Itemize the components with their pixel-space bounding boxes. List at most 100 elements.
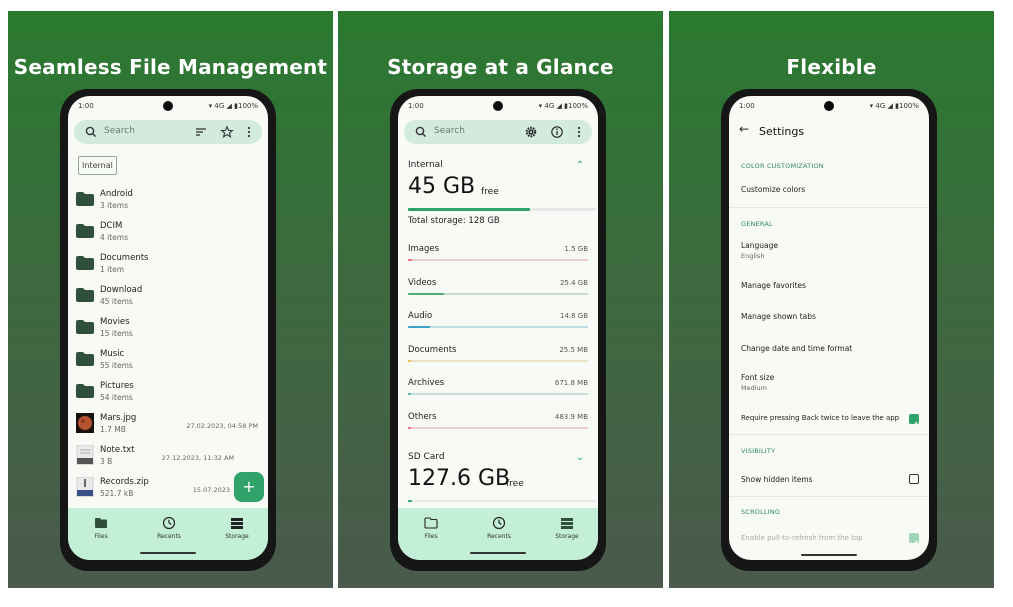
panel-title: Seamless File Management bbox=[13, 55, 328, 79]
list-item[interactable]: Download 45 items bbox=[76, 282, 260, 312]
sdcard-usage-bar bbox=[408, 500, 596, 502]
list-item[interactable]: Android 3 items bbox=[76, 186, 260, 216]
section-header: VISIBILITY bbox=[741, 447, 776, 455]
search-bar[interactable]: Search bbox=[404, 120, 592, 144]
divider bbox=[729, 207, 929, 208]
setting-customize-colors[interactable]: Customize colors bbox=[741, 185, 805, 194]
category-usage-track bbox=[408, 426, 588, 429]
category-usage-fill bbox=[408, 292, 444, 295]
sdcard-free-value: 127.6 GB bbox=[408, 466, 511, 491]
setting-require-back[interactable]: Require pressing Back twice to leave the… bbox=[741, 414, 899, 422]
item-name: Pictures bbox=[100, 381, 134, 391]
search-placeholder[interactable]: Search bbox=[434, 126, 465, 136]
nav-item-recents[interactable]: Recents bbox=[144, 516, 194, 540]
storage-category-row[interactable]: Images 1.5 GB bbox=[398, 244, 598, 274]
list-item[interactable]: Records.zip 521.7 kB 15.07.2023 bbox=[76, 474, 260, 504]
location-chip[interactable]: Internal bbox=[78, 156, 117, 175]
item-sub: 4 items bbox=[100, 233, 129, 242]
nav-label: Storage bbox=[225, 533, 249, 540]
nav-label: Files bbox=[424, 533, 438, 540]
item-date: 15.07.2023 bbox=[192, 486, 230, 494]
storage-category-row[interactable]: Videos 25.4 GB bbox=[398, 278, 598, 308]
item-sub: 521.7 kB bbox=[100, 489, 134, 498]
list-item[interactable]: Note.txt 3 B 27.12.2023, 11:32 AM bbox=[76, 442, 260, 472]
nav-label: Storage bbox=[555, 533, 579, 540]
setting-pull-to-refresh[interactable]: Enable pull-to-refresh from the top bbox=[741, 534, 863, 542]
free-label: free bbox=[481, 187, 499, 197]
pull-to-refresh-checkbox[interactable] bbox=[909, 533, 919, 547]
text-file-icon bbox=[76, 445, 94, 465]
item-name: Mars.jpg bbox=[100, 413, 137, 423]
item-name: Movies bbox=[100, 317, 130, 327]
storage-icon bbox=[561, 518, 573, 529]
more-vert-icon[interactable] bbox=[572, 125, 586, 139]
nav-label: Files bbox=[94, 533, 108, 540]
folder-icon bbox=[76, 256, 94, 270]
home-indicator bbox=[140, 552, 196, 554]
expand-chevron-icon[interactable]: ⌄ bbox=[576, 452, 584, 463]
divider bbox=[729, 496, 929, 497]
status-icons: ▾ 4G ◢ ▮100% bbox=[208, 102, 258, 110]
category-size: 14.8 GB bbox=[559, 312, 588, 320]
item-name: Android bbox=[100, 189, 133, 199]
gear-icon[interactable] bbox=[524, 125, 538, 139]
storage-category-row[interactable]: Audio 14.8 GB bbox=[398, 311, 598, 341]
nav-item-storage[interactable]: Storage bbox=[212, 516, 262, 540]
setting-date-format[interactable]: Change date and time format bbox=[741, 344, 852, 353]
show-hidden-checkbox[interactable] bbox=[909, 474, 919, 484]
status-icons: ▾ 4G ◢ ▮100% bbox=[869, 102, 919, 110]
list-item[interactable]: Movies 15 items bbox=[76, 314, 260, 344]
image-thumbnail-icon bbox=[76, 413, 94, 433]
status-time: 1:00 bbox=[739, 102, 755, 110]
category-name: Documents bbox=[408, 344, 457, 355]
more-vert-icon[interactable] bbox=[242, 125, 256, 139]
list-item[interactable]: Pictures 54 items bbox=[76, 378, 260, 408]
category-usage-fill bbox=[408, 326, 430, 328]
storage-category-row[interactable]: Archives 671.8 MB bbox=[398, 378, 598, 408]
list-item[interactable]: DCIM 4 items bbox=[76, 218, 260, 248]
nav-item-storage[interactable]: Storage bbox=[542, 516, 592, 540]
search-bar[interactable]: Search bbox=[74, 120, 262, 144]
phone-screen: 1:00 ▾ 4G ◢ ▮100% Search Internal Androi… bbox=[68, 96, 268, 560]
nav-item-files[interactable]: Files bbox=[406, 516, 456, 540]
item-sub: 54 items bbox=[100, 393, 133, 402]
list-item[interactable]: Music 55 items bbox=[76, 346, 260, 376]
setting-manage-favorites[interactable]: Manage favorites bbox=[741, 281, 806, 290]
add-button[interactable]: + bbox=[234, 472, 264, 502]
folder-icon bbox=[76, 224, 94, 238]
phone-screen: 1:00 ▾ 4G ◢ ▮100% Search Internal ⌃ 45 G… bbox=[398, 96, 598, 560]
list-item[interactable]: Mars.jpg 1.7 MB 27.02.2023, 04:58 PM bbox=[76, 410, 260, 440]
search-placeholder[interactable]: Search bbox=[104, 126, 135, 136]
info-icon[interactable] bbox=[550, 125, 564, 139]
network-label: 4G bbox=[875, 102, 886, 110]
item-sub: 45 items bbox=[100, 297, 133, 306]
setting-font-size[interactable]: Font size bbox=[741, 373, 774, 382]
nav-item-recents[interactable]: Recents bbox=[474, 516, 524, 540]
panel-storage: Storage at a Glance 1:00 ▾ 4G ◢ ▮100% Se… bbox=[338, 11, 663, 588]
list-item[interactable]: Documents 1 item bbox=[76, 250, 260, 280]
storage-category-row[interactable]: Others 483.9 MB bbox=[398, 412, 598, 442]
storage-category-row[interactable]: Documents 25.5 MB bbox=[398, 345, 598, 375]
setting-language[interactable]: Language bbox=[741, 241, 778, 250]
item-name: DCIM bbox=[100, 221, 123, 231]
sdcard-label: SD Card bbox=[408, 452, 445, 462]
item-name: Download bbox=[100, 285, 143, 295]
folder-icon bbox=[76, 320, 94, 334]
require-back-checkbox[interactable] bbox=[909, 414, 919, 428]
category-usage-fill bbox=[408, 259, 412, 261]
internal-usage-fill bbox=[408, 208, 531, 211]
item-sub: 3 B bbox=[100, 457, 113, 466]
phone-screen: 1:00 ▾ 4G ◢ ▮100% ← Settings COLOR CUSTO… bbox=[729, 96, 929, 560]
nav-label: Recents bbox=[487, 533, 511, 540]
item-name: Records.zip bbox=[100, 477, 149, 487]
star-icon[interactable] bbox=[220, 125, 234, 139]
sort-icon[interactable] bbox=[194, 125, 208, 139]
item-date: 27.02.2023, 04:58 PM bbox=[186, 422, 258, 430]
back-arrow-icon[interactable]: ← bbox=[739, 122, 749, 136]
category-size: 1.5 GB bbox=[564, 245, 588, 253]
setting-show-hidden[interactable]: Show hidden items bbox=[741, 475, 813, 484]
collapse-chevron-icon[interactable]: ⌃ bbox=[576, 160, 584, 171]
category-usage-bar bbox=[408, 359, 588, 362]
setting-manage-tabs[interactable]: Manage shown tabs bbox=[741, 312, 816, 321]
nav-item-files[interactable]: Files bbox=[76, 516, 126, 540]
